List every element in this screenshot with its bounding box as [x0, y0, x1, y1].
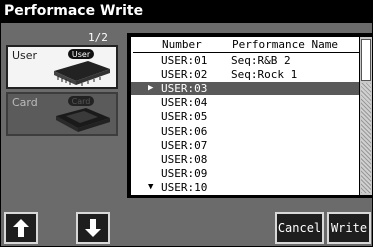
- arrow-down-icon: [85, 219, 101, 237]
- name-column-header: Performance Name: [232, 38, 338, 51]
- performance-write-window: Performace Write 1/2 User User Card Card: [0, 0, 373, 247]
- more-below-marker: ▼: [148, 182, 154, 192]
- card-badge-text: Card: [72, 97, 91, 106]
- window-title: Performace Write: [0, 0, 373, 22]
- scrollbar-thumb[interactable]: [361, 39, 371, 81]
- cancel-button[interactable]: Cancel: [275, 212, 324, 244]
- card-media-button[interactable]: Card Card: [6, 92, 118, 136]
- list-item[interactable]: USER:01 Seq:R&B 2: [131, 54, 359, 67]
- list-header: Number Performance Name: [133, 38, 359, 52]
- user-media-button[interactable]: User User: [6, 45, 118, 89]
- row-number: USER:04: [161, 96, 208, 109]
- header-divider: [133, 52, 359, 53]
- list-item[interactable]: USER:06: [131, 125, 359, 138]
- list-item[interactable]: USER:05: [131, 110, 359, 123]
- row-number: USER:08: [161, 153, 208, 166]
- list-item[interactable]: ▶ USER:03: [131, 82, 359, 95]
- list-item[interactable]: ▼ USER:10: [131, 181, 359, 194]
- row-number: USER:09: [161, 167, 208, 180]
- row-number: USER:02: [161, 68, 208, 81]
- scroll-up-button[interactable]: [4, 212, 38, 244]
- card-media-label: Card: [12, 96, 38, 109]
- arrow-up-icon: [13, 219, 29, 237]
- row-performance-name: Seq:Rock 1: [231, 68, 298, 81]
- row-number: USER:01: [161, 54, 208, 67]
- row-number: USER:10: [161, 181, 208, 194]
- page-indicator: 1/2: [88, 31, 108, 44]
- write-button[interactable]: Write: [327, 212, 371, 244]
- list-item[interactable]: USER:02 Seq:Rock 1: [131, 68, 359, 81]
- row-number: USER:03: [161, 82, 208, 95]
- memory-card-icon: Card: [56, 96, 110, 132]
- user-media-label: User: [12, 49, 38, 62]
- list-item[interactable]: USER:09: [131, 167, 359, 180]
- row-number: USER:07: [161, 139, 208, 152]
- list-item[interactable]: USER:08: [131, 153, 359, 166]
- user-memory-icon: User: [54, 49, 110, 86]
- list-item[interactable]: USER:04: [131, 96, 359, 109]
- list-item[interactable]: USER:07: [131, 139, 359, 152]
- scroll-down-button[interactable]: [76, 212, 110, 244]
- scrollbar-track[interactable]: [361, 83, 371, 193]
- current-row-marker: ▶: [148, 83, 154, 93]
- row-performance-name: Seq:R&B 2: [231, 54, 291, 67]
- list-scrollbar[interactable]: [360, 37, 372, 195]
- row-number: USER:05: [161, 110, 208, 123]
- number-column-header: Number: [162, 38, 202, 51]
- user-badge-text: User: [72, 50, 91, 59]
- row-number: USER:06: [161, 125, 208, 138]
